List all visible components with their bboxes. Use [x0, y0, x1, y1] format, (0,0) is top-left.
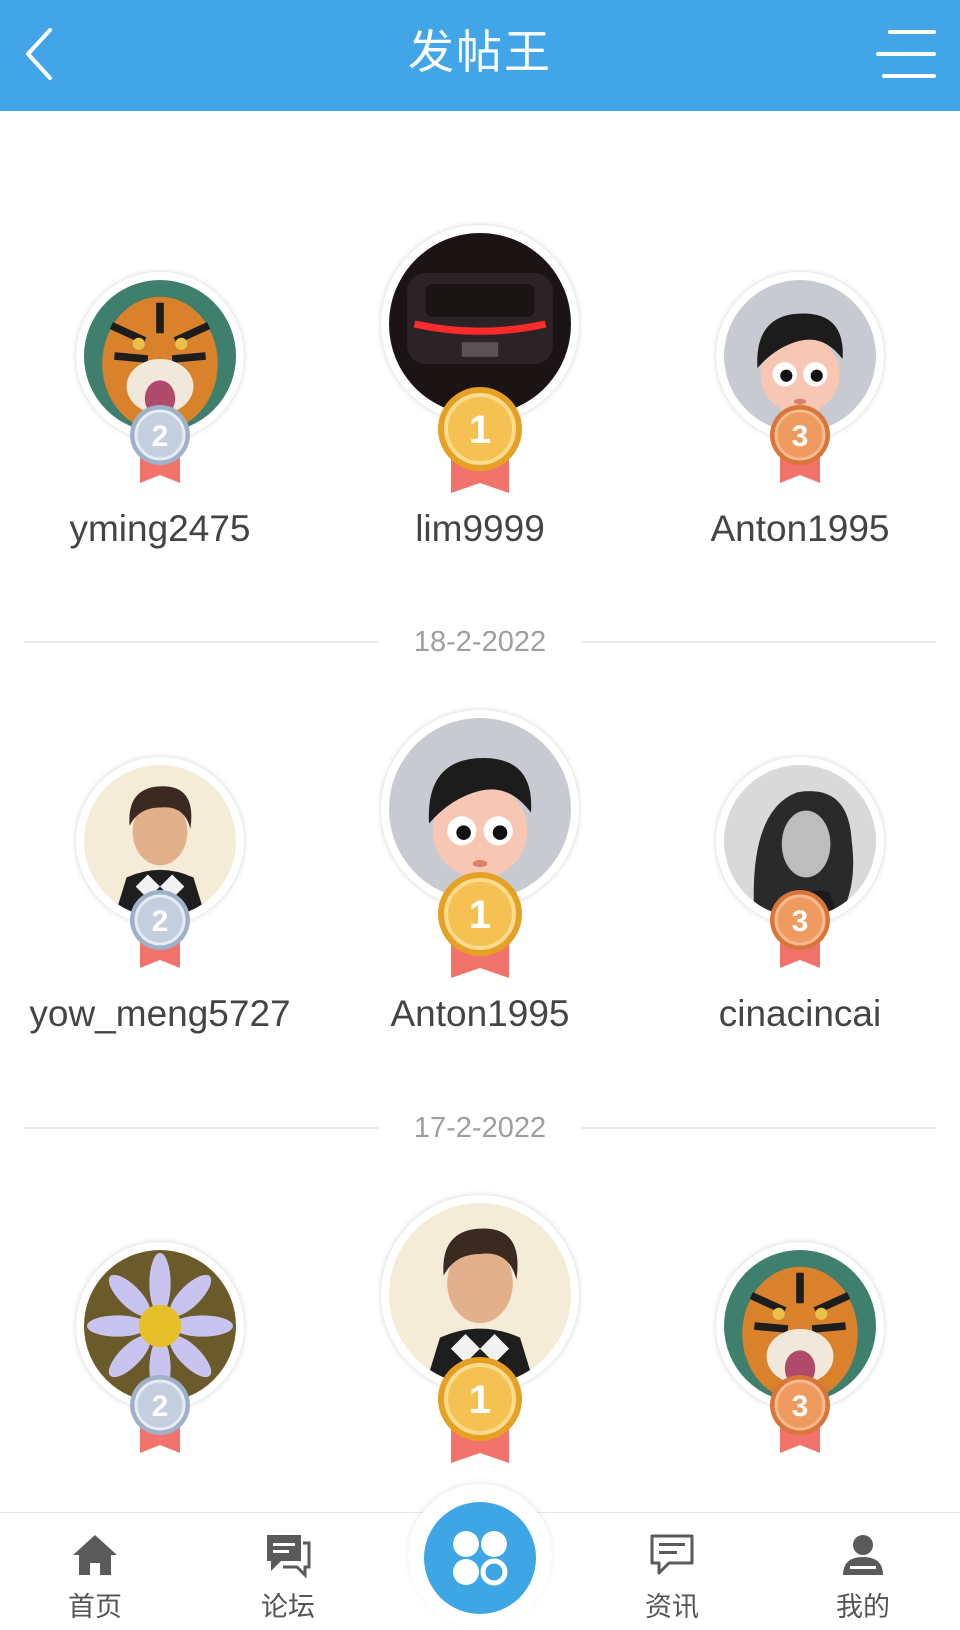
home-icon [73, 1535, 117, 1575]
medal-rank-label: 2 [152, 420, 169, 453]
ranking-section-2: 2 yow_meng5727 1 Anton1995 3 cinacincai [0, 710, 960, 1065]
medal-rank-label: 3 [792, 1390, 809, 1423]
silver-medal-icon: 2 [130, 890, 190, 968]
clover-icon [453, 1531, 508, 1586]
tab-me[interactable]: 我的 [783, 1513, 943, 1630]
top-app-bar: 发帖王 [0, 0, 960, 111]
username[interactable]: Anton1995 [320, 993, 640, 1035]
user-icon [843, 1535, 883, 1575]
tab-home[interactable]: 首页 [15, 1513, 175, 1630]
news-icon [650, 1534, 694, 1575]
bronze-medal-icon: 3 [770, 405, 830, 483]
page-title: 发帖王 [408, 25, 552, 79]
date-divider: 18-2-2022 [24, 622, 936, 662]
username[interactable]: lim9999 [320, 508, 640, 550]
gold-medal-icon: 1 [438, 387, 522, 493]
username[interactable]: yming2475 [0, 508, 320, 550]
center-action-button[interactable] [424, 1502, 536, 1614]
ranking-section-1: 2 yming2475 1 lim9999 3 Anton1995 [0, 225, 960, 580]
tab-home-label: 首页 [68, 1592, 122, 1623]
username[interactable]: yow_meng5727 [0, 993, 320, 1035]
medal-rank-label: 1 [469, 1378, 491, 1422]
medal-rank-label: 3 [792, 420, 809, 453]
tab-news-label: 资讯 [645, 1592, 699, 1623]
center-action-wrap [408, 1484, 552, 1628]
username[interactable]: cinacincai [640, 993, 960, 1035]
tab-forum[interactable]: 论坛 [208, 1513, 368, 1630]
silver-medal-icon: 2 [130, 1375, 190, 1453]
gold-medal-icon: 1 [438, 872, 522, 978]
medal-rank-label: 2 [152, 1390, 169, 1423]
date-divider: 17-2-2022 [24, 1108, 936, 1148]
medal-rank-label: 1 [469, 408, 491, 452]
date-label: 18-2-2022 [413, 626, 547, 658]
username[interactable]: Anton1995 [640, 508, 960, 550]
tab-forum-label: 论坛 [261, 1592, 315, 1623]
medal-rank-label: 3 [792, 905, 809, 938]
bronze-medal-icon: 3 [770, 1375, 830, 1453]
medal-rank-label: 1 [469, 893, 491, 937]
forum-icon [267, 1535, 311, 1579]
medal-rank-label: 2 [152, 905, 169, 938]
date-label: 17-2-2022 [413, 1112, 547, 1144]
ranking-section-3: 2 1 3 [0, 1195, 960, 1463]
app-root: 发帖王 2 yming2475 1 lim9999 3 Anton1995 18… [0, 0, 960, 1630]
tab-me-label: 我的 [836, 1592, 890, 1623]
silver-medal-icon: 2 [130, 405, 190, 483]
tab-news[interactable]: 资讯 [592, 1513, 752, 1630]
menu-icon[interactable] [874, 24, 938, 84]
gold-medal-icon: 1 [438, 1357, 522, 1463]
bronze-medal-icon: 3 [770, 890, 830, 968]
